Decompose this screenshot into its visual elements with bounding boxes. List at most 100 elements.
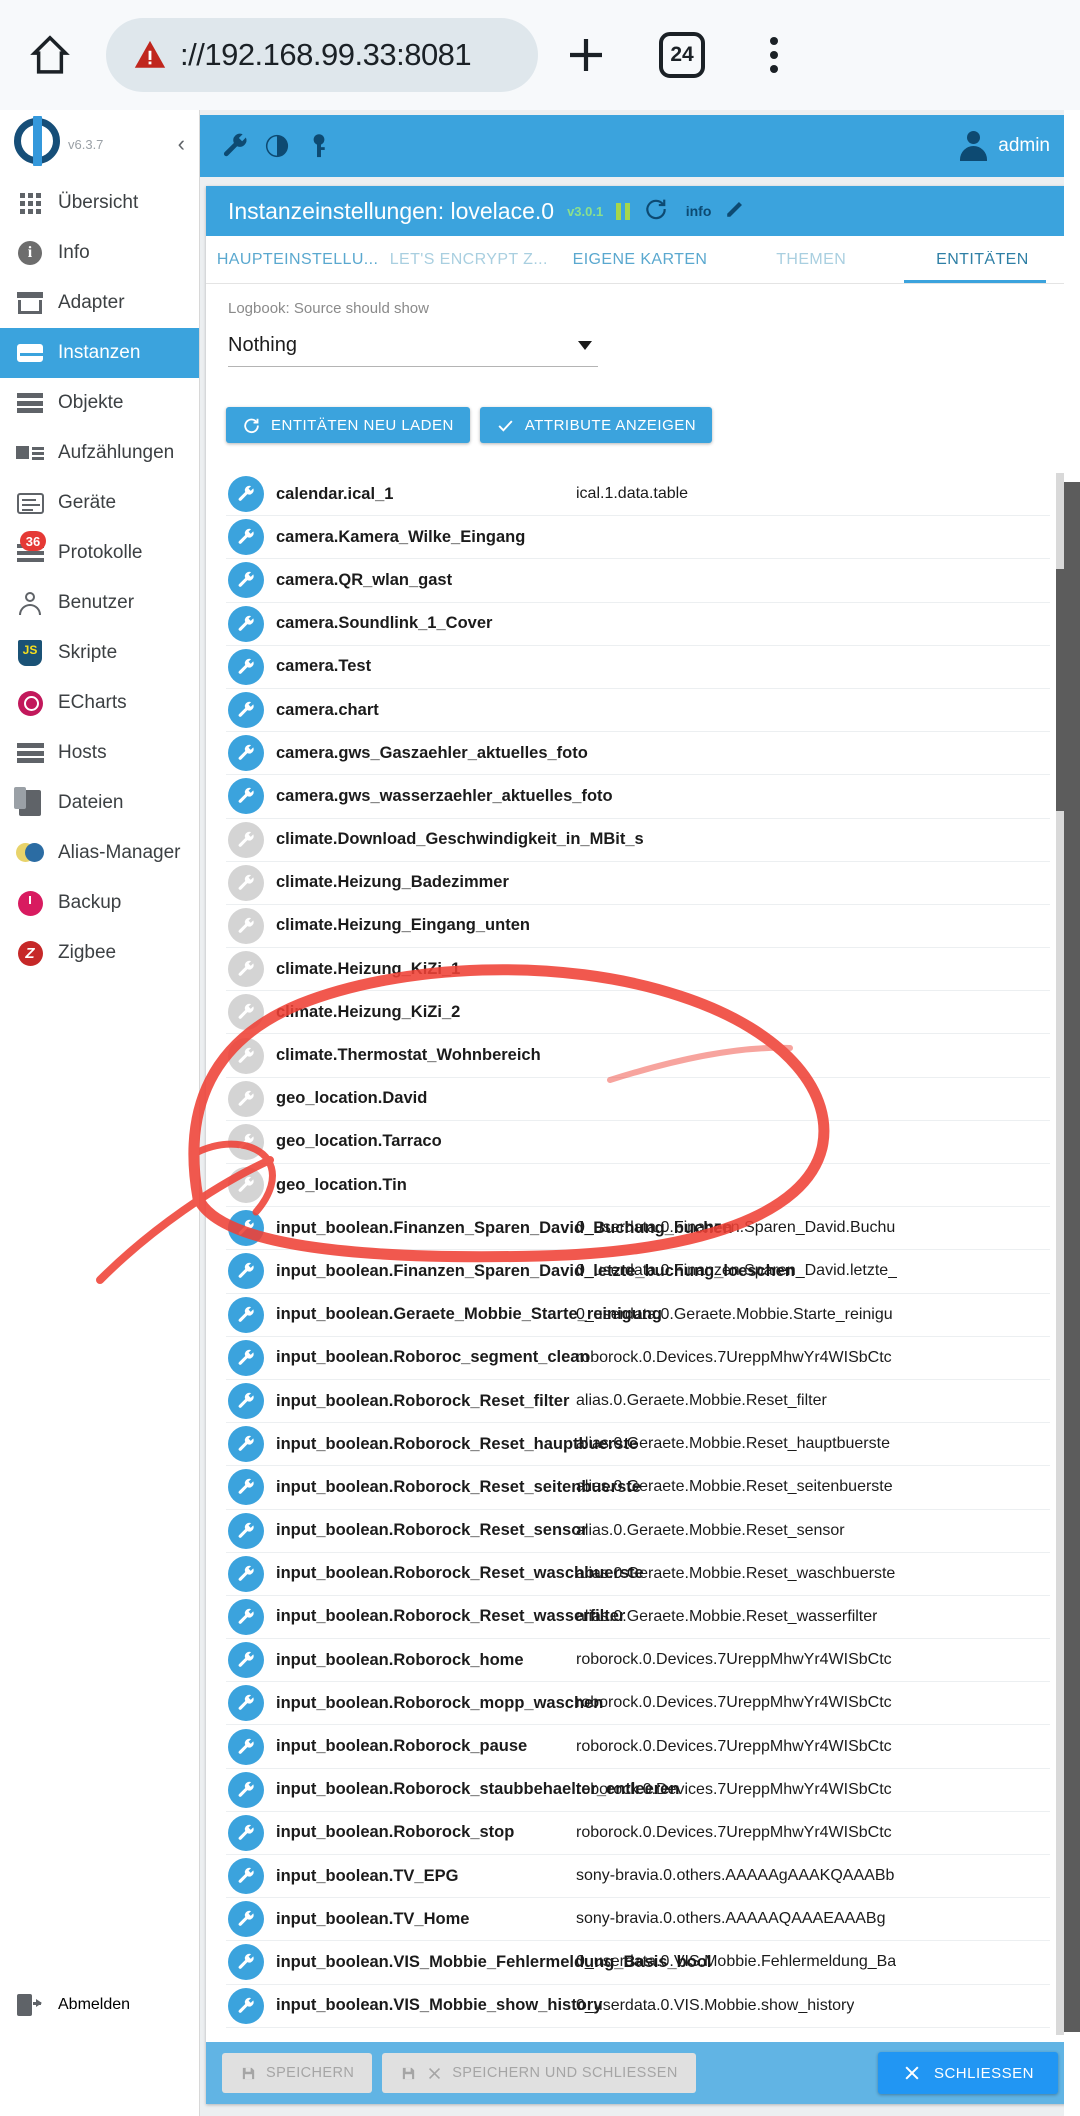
contrast-icon[interactable] [256,125,298,167]
wrench-icon [228,1210,264,1247]
table-row[interactable]: calendar.ical_1 ical.1.data.table [226,473,1050,517]
entity-name: camera.gws_Gaszaehler_aktuelles_foto [276,743,588,762]
table-row[interactable]: climate.Heizung_KiZi_2 [226,991,1050,1035]
save-button[interactable]: SPEICHERN [222,2053,373,2093]
table-row[interactable]: input_boolean.Roborock_Reset_hauptbuerst… [226,1423,1050,1467]
refresh-icon[interactable] [643,196,669,227]
close-dialog-button[interactable]: SCHLIESSEN [877,2052,1058,2094]
table-row[interactable]: climate.Heizung_KiZi_1 [226,948,1050,992]
sidebar-item-instanzen[interactable]: Instanzen [0,328,199,378]
sidebar-item-dateien[interactable]: Dateien [0,778,199,828]
entity-name: input_boolean.Roborock_mopp_waschen [276,1693,604,1712]
sidebar-item-alias-manager[interactable]: Alias-Manager [0,828,199,878]
table-row[interactable]: input_boolean.VIS_Mobbie_show_history 0_u… [226,1985,1050,2028]
logbook-source-select[interactable]: Nothing [228,325,598,367]
table-row[interactable]: camera.QR_wlan_gast [226,559,1050,603]
table-row[interactable]: input_boolean.Roborock_home roborock.0.De… [226,1639,1050,1683]
table-row[interactable]: climate.Thermostat_Wohnbereich [226,1034,1050,1078]
new-tab-button[interactable] [538,31,634,79]
address-bar[interactable]: ://192.168.99.33:8081 [106,18,538,92]
reload-entities-button[interactable]: ENTITÄTEN NEU LADEN [226,407,470,443]
tab-counter-button[interactable]: 24 [634,32,730,78]
sidebar-item-backup[interactable]: Backup [0,878,199,928]
table-row[interactable]: geo_location.Tarraco [226,1121,1050,1164]
key-icon[interactable] [298,125,340,167]
sidebar-item-echarts[interactable]: ECharts [0,678,199,728]
sidebar-item-adapter[interactable]: Adapter [0,278,199,328]
sidebar-item-abmelden[interactable]: Abmelden [0,1980,199,2030]
table-row[interactable]: input_boolean.TV_EPG sony-bravia.0.others… [226,1855,1050,1899]
entity-name: geo_location.Tin [276,1175,407,1194]
table-row[interactable]: input_boolean.Roborock_Reset_seitenbuers… [226,1466,1050,1510]
sidebar-label: Alias-Manager [58,842,181,863]
table-row[interactable]: camera.Test [226,646,1050,689]
home-button[interactable] [0,33,100,77]
sidebar-label: Hosts [58,742,107,763]
sidebar-item-zigbee[interactable]: Z Zigbee [0,928,199,978]
collapse-sidebar-button[interactable]: ‹ [178,133,185,155]
table-row[interactable]: input_boolean.Geraete_Mobbie_Starte_rein… [226,1294,1050,1337]
user-menu[interactable]: admin [958,131,1066,161]
show-attributes-button[interactable]: ATTRIBUTE ANZEIGEN [479,407,713,443]
iobroker-logo-icon [10,116,64,171]
tab-count-label: 24 [659,32,705,78]
table-row[interactable]: input_boolean.Roborock_Reset_filter alias… [226,1380,1050,1424]
tab-themen[interactable]: THEMEN [726,251,897,269]
sidebar-item-hosts[interactable]: Hosts [0,728,199,778]
pause-icon[interactable] [616,202,630,220]
button-label: SPEICHERN UND SCHLIESSEN [452,2065,678,2081]
entity-name: camera.Soundlink_1_Cover [276,614,493,633]
sidebar-item-geraete[interactable]: Geräte [0,478,199,528]
table-row[interactable]: camera.Kamera_Wilke_Eingang [226,516,1050,560]
table-row[interactable]: climate.Heizung_Badezimmer [226,862,1050,905]
page-scrollbar-thumb[interactable] [1064,482,1080,2032]
table-row[interactable]: input_boolean.Roborock_Reset_sensor alias… [226,1510,1050,1553]
table-row[interactable]: input_boolean.VIS_Mobbie_Fehlermeldung_B… [226,1941,1050,1985]
table-row[interactable]: climate.Heizung_Eingang_unten [226,905,1050,949]
tab-lets-encrypt[interactable]: LET'S ENCRYPT Z... [383,251,554,269]
javascript-icon: JS [16,640,44,666]
entity-name: climate.Heizung_KiZi_2 [276,1002,461,1021]
table-row[interactable]: camera.chart [226,689,1050,733]
sidebar-item-info[interactable]: i Info [0,228,199,278]
sidebar-item-objekte[interactable]: Objekte [0,378,199,428]
table-row[interactable]: camera.gws_Gaszaehler_aktuelles_foto [226,732,1050,776]
save-and-close-button[interactable]: SPEICHERN UND SCHLIESSEN [382,2053,696,2093]
wrench-icon [228,1426,264,1463]
sidebar-item-protokolle[interactable]: 36 Protokolle [0,528,199,578]
sidebar-item-uebersicht[interactable]: Übersicht [0,178,199,228]
pencil-icon[interactable] [724,198,746,225]
table-row[interactable]: geo_location.David [226,1078,1050,1121]
table-row[interactable]: geo_location.Tin [226,1164,1050,1208]
table-row[interactable]: input_boolean.Roborock_pause roborock.0.D… [226,1725,1050,1769]
table-row[interactable]: input_boolean.Roboroc_segment_clean robor… [226,1337,1050,1380]
wrench-icon [228,778,264,815]
page-scrollbar[interactable] [1064,110,1080,2116]
table-row[interactable]: camera.gws_wasserzaehler_aktuelles_foto [226,775,1050,819]
sidebar-item-aufzaehlungen[interactable]: Aufzählungen [0,428,199,478]
wrench-icon [228,1383,264,1420]
sidebar-label: Dateien [58,792,124,813]
table-row[interactable]: input_boolean.Roborock_Reset_wasserfilte… [226,1596,1050,1640]
table-row[interactable]: climate.Download_Geschwindigkeit_in_MBit… [226,819,1050,862]
table-row[interactable]: input_boolean.Roborock_staubbehaelter_en… [226,1769,1050,1812]
info-label[interactable]: info [686,203,712,219]
tab-entitaeten[interactable]: ENTITÄTEN [897,251,1068,269]
wrench-icon [228,1642,264,1679]
table-row[interactable]: input_boolean.Roborock_Reset_waschbuerst… [226,1553,1050,1596]
table-row[interactable]: input_boolean.TV_Home sony-bravia.0.other… [226,1898,1050,1942]
wrench-icon [228,907,264,944]
tab-haupteinstellungen[interactable]: HAUPTEINSTELLU... [212,251,383,269]
table-row[interactable]: input_boolean.Roborock_stop roborock.0.De… [226,1812,1050,1855]
table-row[interactable]: input_boolean.Finanzen_Sparen_David_Buch… [226,1207,1050,1251]
entity-name: input_boolean.Roborock_stop [276,1823,515,1842]
table-row[interactable]: input_boolean.Roborock_mopp_waschen robor… [226,1682,1050,1726]
table-row[interactable]: input_boolean.Finanzen_Sparen_David_letz… [226,1250,1050,1294]
entity-list[interactable]: calendar.ical_1 ical.1.data.table camera.K… [226,473,1050,2035]
browser-menu-button[interactable] [730,37,818,73]
tab-eigene-karten[interactable]: EIGENE KARTEN [554,251,725,269]
table-row[interactable]: camera.Soundlink_1_Cover [226,603,1050,646]
sidebar-item-benutzer[interactable]: Benutzer [0,578,199,628]
sidebar-item-skripte[interactable]: JS Skripte [0,628,199,678]
wrench-icon[interactable] [214,125,256,167]
